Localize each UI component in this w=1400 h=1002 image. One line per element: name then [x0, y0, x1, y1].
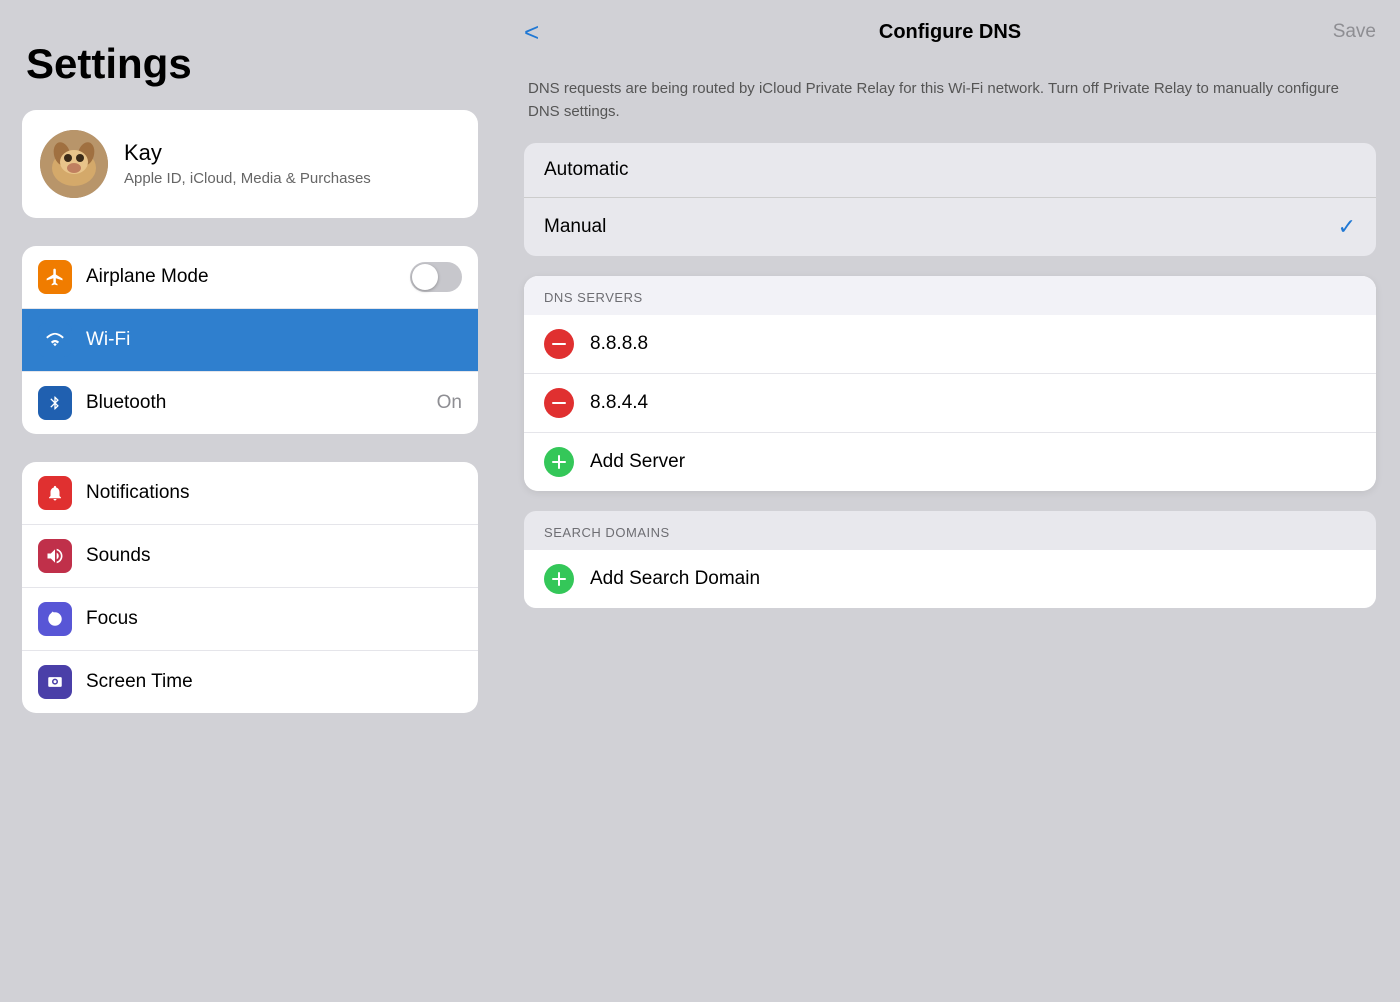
bluetooth-value: On: [437, 392, 462, 414]
nav-title: Configure DNS: [879, 21, 1021, 44]
wifi-row[interactable]: Wi-Fi: [22, 308, 478, 371]
add-search-domain-label: Add Search Domain: [590, 568, 760, 590]
focus-row[interactable]: Focus: [22, 587, 478, 650]
airplane-mode-icon: [38, 260, 72, 294]
manual-label: Manual: [544, 216, 1338, 238]
right-panel: < Configure DNS Save DNS requests are be…: [500, 0, 1400, 1002]
connectivity-group: Airplane Mode Wi-Fi Bluetooth On: [22, 246, 478, 434]
sounds-label: Sounds: [86, 545, 462, 567]
screen-time-row[interactable]: Screen Time: [22, 650, 478, 713]
focus-icon: [38, 602, 72, 636]
dns-servers-section: DNS SERVERS 8.8.8.8 8.8.4.4 Add Server: [524, 276, 1376, 491]
add-search-domain-row[interactable]: Add Search Domain: [524, 550, 1376, 608]
nav-bar: < Configure DNS Save: [500, 0, 1400, 64]
server-ip-2: 8.8.4.4: [590, 392, 648, 414]
dns-server-row-2[interactable]: 8.8.4.4: [524, 373, 1376, 432]
dns-server-row-1[interactable]: 8.8.8.8: [524, 315, 1376, 373]
dns-mode-manual[interactable]: Manual ✓: [524, 197, 1376, 256]
search-domains-section: SEARCH DOMAINS Add Search Domain: [524, 511, 1376, 608]
save-button[interactable]: Save: [1333, 21, 1376, 43]
remove-server-2-button[interactable]: [544, 388, 574, 418]
bluetooth-row[interactable]: Bluetooth On: [22, 371, 478, 434]
sounds-row[interactable]: Sounds: [22, 524, 478, 587]
dns-servers-header: DNS SERVERS: [524, 276, 1376, 315]
wifi-icon: [38, 323, 72, 357]
add-server-button[interactable]: [544, 447, 574, 477]
avatar: [40, 130, 108, 198]
focus-label: Focus: [86, 608, 462, 630]
left-panel: Settings Kay Apple ID, iCloud, Media & P…: [0, 0, 500, 1002]
bluetooth-icon: [38, 386, 72, 420]
add-search-domain-button[interactable]: [544, 564, 574, 594]
profile-card[interactable]: Kay Apple ID, iCloud, Media & Purchases: [22, 110, 478, 218]
right-content: DNS requests are being routed by iCloud …: [500, 64, 1400, 1002]
search-domains-header: SEARCH DOMAINS: [524, 511, 1376, 550]
notifications-row[interactable]: Notifications: [22, 462, 478, 524]
dns-notice: DNS requests are being routed by iCloud …: [524, 78, 1376, 123]
notifications-label: Notifications: [86, 482, 462, 504]
wifi-label: Wi-Fi: [86, 329, 462, 351]
screen-time-icon: [38, 665, 72, 699]
back-button[interactable]: <: [524, 17, 539, 48]
settings-title: Settings: [22, 40, 478, 88]
notifications-icon: [38, 476, 72, 510]
system-group: Notifications Sounds Focus Screen Time: [22, 462, 478, 713]
dns-mode-automatic[interactable]: Automatic: [524, 143, 1376, 197]
airplane-mode-row[interactable]: Airplane Mode: [22, 246, 478, 308]
checkmark-icon: ✓: [1338, 214, 1356, 240]
bluetooth-label: Bluetooth: [86, 392, 437, 414]
screen-time-label: Screen Time: [86, 671, 462, 693]
add-server-label: Add Server: [590, 451, 685, 473]
profile-info: Kay Apple ID, iCloud, Media & Purchases: [124, 140, 371, 189]
sounds-icon: [38, 539, 72, 573]
automatic-label: Automatic: [544, 159, 1356, 181]
airplane-mode-label: Airplane Mode: [86, 266, 410, 288]
server-ip-1: 8.8.8.8: [590, 333, 648, 355]
remove-server-1-button[interactable]: [544, 329, 574, 359]
dns-mode-group: Automatic Manual ✓: [524, 143, 1376, 256]
profile-subtitle: Apple ID, iCloud, Media & Purchases: [124, 168, 371, 189]
add-server-row[interactable]: Add Server: [524, 432, 1376, 491]
profile-name: Kay: [124, 140, 371, 166]
airplane-mode-toggle[interactable]: [410, 262, 462, 292]
toggle-thumb: [412, 264, 438, 290]
